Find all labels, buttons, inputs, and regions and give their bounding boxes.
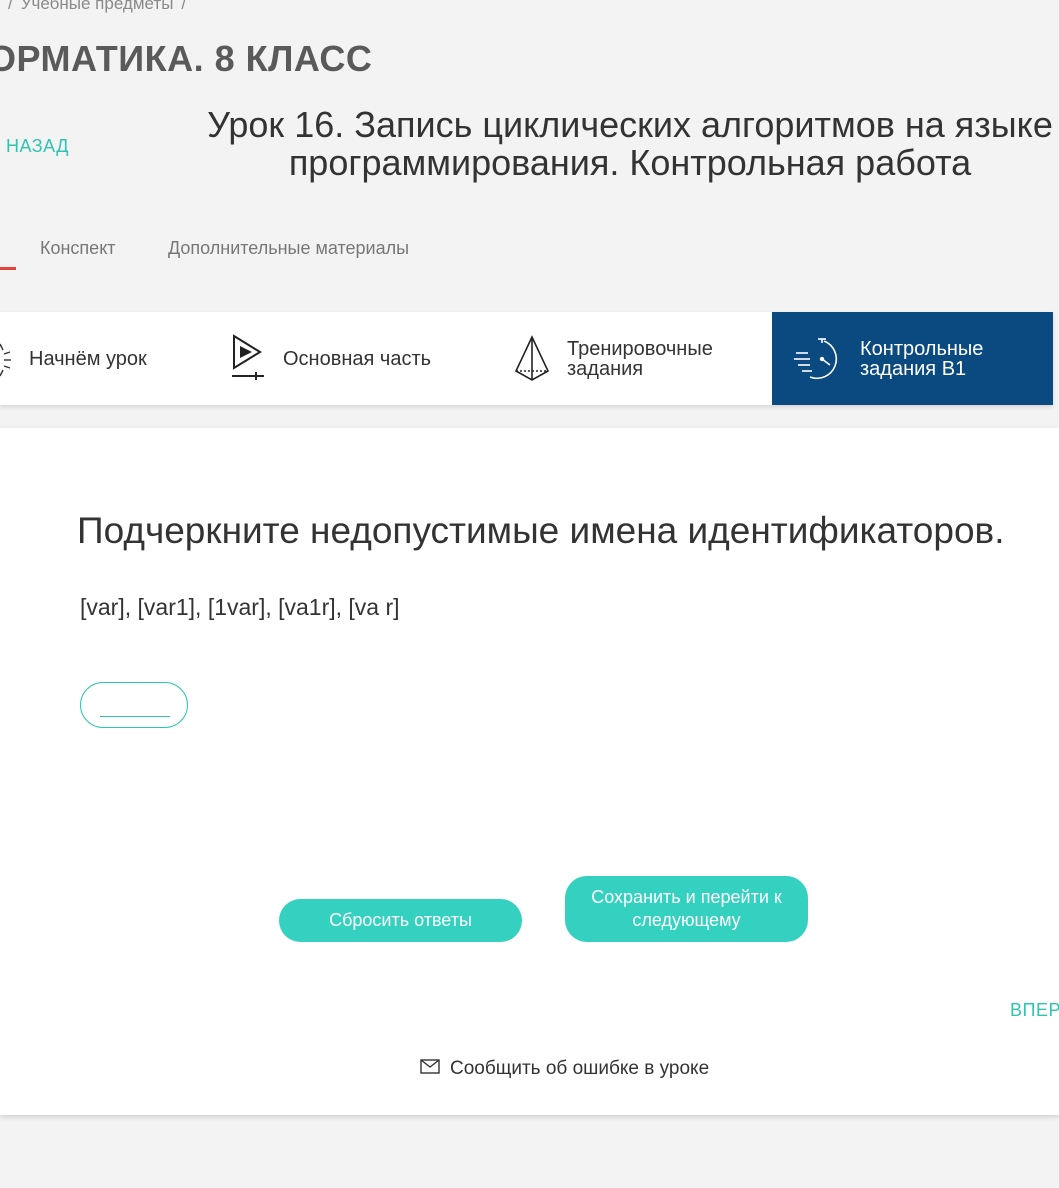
- play-icon: [230, 334, 266, 382]
- tab-summary[interactable]: Конспект: [40, 238, 116, 259]
- stopwatch-icon: [794, 335, 842, 383]
- subject-title: ОРМАТИКА. 8 КЛАСС: [0, 38, 373, 79]
- task-question: Подчеркните недопустимые имена идентифик…: [77, 510, 1005, 551]
- pyramid-icon: [512, 335, 552, 383]
- forward-link[interactable]: ВПЕР: [1010, 1000, 1059, 1021]
- step-main-part[interactable]: Основная часть: [220, 312, 490, 405]
- lesson-title: Урок 16. Запись циклических алгоритмов н…: [207, 104, 1053, 183]
- report-error-link[interactable]: Сообщить об ошибке в уроке: [420, 1058, 709, 1080]
- reset-answers-button[interactable]: Сбросить ответы: [279, 899, 522, 942]
- sun-icon: [0, 340, 14, 380]
- answer-drop-slot[interactable]: [80, 682, 188, 728]
- step-label: Тренировочные задания: [567, 339, 713, 379]
- step-control-tasks[interactable]: Контрольные задания В1: [772, 312, 1053, 405]
- lesson-steps-bar: Начнём урок Основная часть Тренировочные…: [0, 312, 1053, 405]
- step-label-line1: Контрольные: [860, 338, 984, 360]
- step-label-line2: задания В1: [860, 358, 967, 380]
- back-link[interactable]: НАЗАД: [6, 136, 69, 157]
- step-label: Основная часть: [283, 347, 432, 370]
- step-label-line2: задания: [567, 358, 644, 380]
- breadcrumb: / Учебные предметы /: [0, 0, 194, 14]
- breadcrumb-item-subjects[interactable]: Учебные предметы: [21, 0, 174, 13]
- breadcrumb-separator: /: [181, 0, 187, 13]
- step-label: Начнём урок: [29, 347, 147, 370]
- save-and-next-button[interactable]: Сохранить и перейти к следующему: [565, 876, 808, 942]
- step-label-line1: Тренировочные: [567, 338, 713, 360]
- report-error-label: Сообщить об ошибке в уроке: [450, 1058, 710, 1079]
- breadcrumb-separator: /: [8, 0, 13, 13]
- tab-additional-materials[interactable]: Дополнительные материалы: [168, 238, 409, 259]
- task-options: [var], [var1], [1var], [va1r], [va r]: [80, 594, 400, 620]
- step-training-tasks[interactable]: Тренировочные задания: [500, 312, 770, 405]
- step-label: Контрольные задания В1: [860, 339, 983, 379]
- envelope-icon: [420, 1058, 440, 1080]
- active-tab-indicator: [0, 267, 16, 270]
- answer-underline: [100, 716, 170, 717]
- step-start-lesson[interactable]: Начнём урок: [0, 312, 210, 405]
